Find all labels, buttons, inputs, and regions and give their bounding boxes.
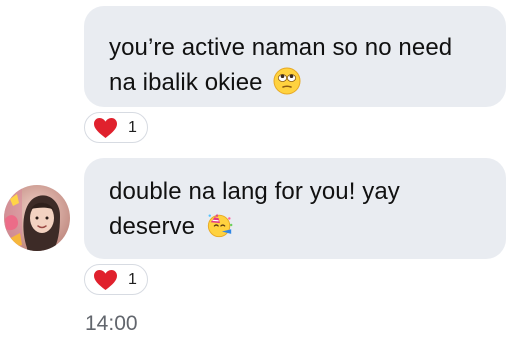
rolling-eyes-face-icon [273,67,301,95]
profile-photo [4,185,70,251]
reaction-count: 1 [128,118,137,136]
message-line-text: deserve [109,213,196,240]
message-line: double na lang for you! yay [109,178,400,205]
reaction-count: 1 [128,270,137,288]
message-line: you’re active naman so no need [109,34,453,61]
reaction-pill[interactable]: 1 [84,264,148,295]
chat-thread: you’re active naman so no need na ibalik… [0,0,521,344]
party-face-icon [207,213,233,238]
avatar[interactable] [4,185,70,251]
message-timestamp: 14:00 [85,312,138,335]
reaction-pill[interactable]: 1 [84,112,148,143]
message-bubble[interactable]: you’re active naman so no need na ibalik… [84,6,506,107]
message-line: deserve [109,209,484,244]
heart-icon [94,117,117,138]
message-bubble[interactable]: double na lang for you! yay deserve [84,158,506,259]
message-line-text: na ibalik okiee [109,69,263,96]
message-line: na ibalik okiee [109,65,484,100]
heart-icon [94,269,117,290]
